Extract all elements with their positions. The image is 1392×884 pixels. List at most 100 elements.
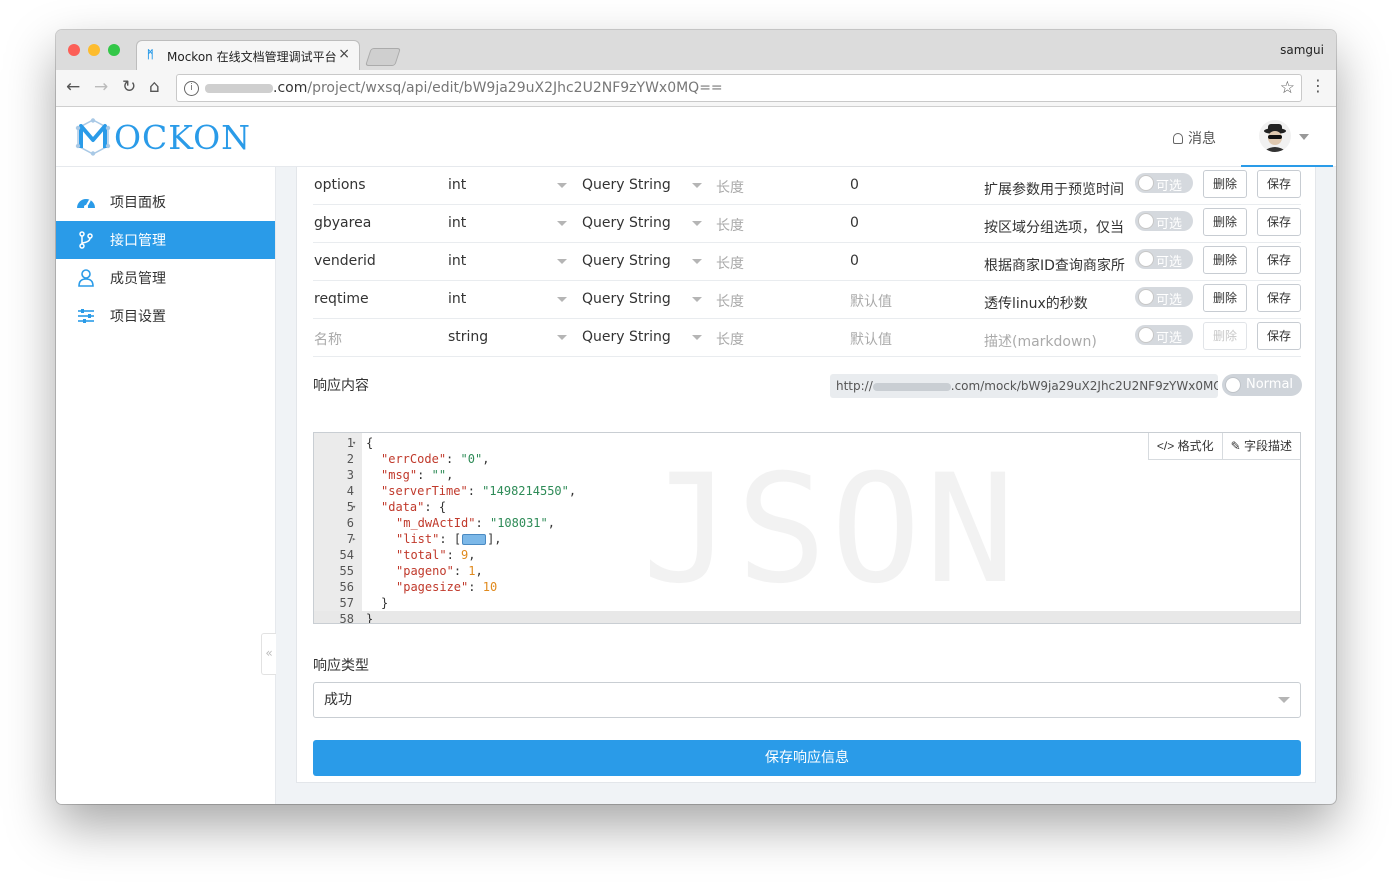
- param-length-input[interactable]: 长度: [716, 177, 744, 197]
- optional-toggle[interactable]: 可选: [1135, 287, 1193, 308]
- optional-toggle[interactable]: 可选: [1135, 249, 1193, 270]
- save-param-button[interactable]: 保存: [1257, 284, 1301, 312]
- toggle-knob: [1225, 377, 1241, 393]
- param-default-input[interactable]: 0: [850, 215, 859, 231]
- param-length-input[interactable]: 长度: [716, 291, 744, 311]
- optional-toggle[interactable]: 可选: [1135, 173, 1193, 194]
- sidebar-item-api-management[interactable]: 接口管理: [56, 221, 275, 259]
- home-icon[interactable]: ⌂: [149, 78, 160, 96]
- param-name-input[interactable]: gbyarea: [314, 215, 371, 231]
- messages-link[interactable]: 消息: [1173, 128, 1216, 148]
- format-json-button[interactable]: </> 格式化: [1149, 433, 1222, 459]
- new-tab-button[interactable]: [365, 48, 401, 66]
- back-arrow-icon[interactable]: ←: [66, 78, 80, 96]
- code-line: 57}: [314, 595, 1300, 611]
- address-bar[interactable]: i .com/project/wxsq/api/edit/bW9ja29uX2J…: [176, 74, 1302, 102]
- param-name-input[interactable]: 名称: [314, 329, 342, 349]
- param-row: venderid int Query String 长度 0 根据商家ID查询商家所 可选 删…: [313, 243, 1301, 281]
- param-length-input[interactable]: 长度: [716, 253, 744, 273]
- param-default-input[interactable]: 0: [850, 177, 859, 193]
- browser-profile-name[interactable]: samgui: [1280, 43, 1324, 57]
- fold-toggle-icon[interactable]: ▾: [352, 435, 356, 451]
- param-desc-input[interactable]: 描述(markdown): [984, 331, 1126, 351]
- delete-param-button[interactable]: 删除: [1203, 322, 1247, 350]
- json-editor[interactable]: JSON 1 ▾{2 "errCode": "0", 3 "msg": "", 4 "ser…: [313, 432, 1301, 624]
- param-length-input[interactable]: 长度: [716, 215, 744, 235]
- response-mode-toggle[interactable]: Normal: [1222, 374, 1302, 396]
- fold-toggle-icon[interactable]: ▸: [352, 531, 356, 547]
- param-default-input[interactable]: 0: [850, 253, 859, 269]
- param-type-select[interactable]: int: [448, 291, 466, 307]
- reload-icon[interactable]: ↻: [122, 78, 136, 96]
- save-param-button[interactable]: 保存: [1257, 170, 1301, 198]
- param-location-select[interactable]: Query String: [582, 291, 671, 307]
- param-type-select[interactable]: int: [448, 253, 466, 269]
- param-row: 名称 string Query String 长度 默认值 描述(markdown) 可选 删…: [313, 319, 1301, 357]
- save-param-button[interactable]: 保存: [1257, 246, 1301, 274]
- folded-content-icon[interactable]: [462, 534, 487, 545]
- param-desc-input[interactable]: 扩展参数用于预览时间: [984, 179, 1126, 199]
- delete-param-button[interactable]: 删除: [1203, 246, 1247, 274]
- param-type-select[interactable]: int: [448, 177, 466, 193]
- param-location-select[interactable]: Query String: [582, 253, 671, 269]
- sidebar-item-settings[interactable]: 项目设置: [56, 297, 275, 335]
- app-header: OCKON 消息: [56, 107, 1336, 167]
- code-token: :: [446, 452, 461, 466]
- code-line: 6 "m_dwActId": "108031",: [314, 515, 1300, 531]
- param-name-input[interactable]: reqtime: [314, 291, 369, 307]
- sidebar-item-members[interactable]: 成员管理: [56, 259, 275, 297]
- browser-menu-icon[interactable]: ⋮: [1310, 76, 1326, 95]
- tab-close-icon[interactable]: ×: [338, 46, 350, 62]
- param-desc-input[interactable]: 按区域分组选项，仅当: [984, 217, 1126, 237]
- toggle-knob: [1138, 213, 1154, 229]
- fold-toggle-icon[interactable]: ▾: [352, 499, 356, 515]
- minimize-window-button[interactable]: [88, 44, 100, 56]
- field-description-button[interactable]: ✎ 字段描述: [1221, 433, 1300, 459]
- optional-toggle[interactable]: 可选: [1135, 211, 1193, 232]
- param-location-select[interactable]: Query String: [582, 329, 671, 345]
- optional-toggle[interactable]: 可选: [1135, 325, 1193, 346]
- delete-param-button[interactable]: 删除: [1203, 284, 1247, 312]
- sidebar-collapse-button[interactable]: «: [261, 633, 276, 675]
- json-key: msg: [388, 468, 410, 482]
- param-location-select[interactable]: Query String: [582, 177, 671, 193]
- delete-param-button[interactable]: 删除: [1203, 170, 1247, 198]
- code-token: ,: [446, 468, 454, 482]
- param-location-select[interactable]: Query String: [582, 215, 671, 231]
- param-name-input[interactable]: options: [314, 177, 366, 193]
- param-type-select[interactable]: string: [448, 329, 488, 345]
- mockon-logo[interactable]: OCKON: [74, 117, 251, 157]
- mock-url-field[interactable]: http:// .com/mock/bW9ja29uX2Jhc2U2NF9zYWx…: [830, 374, 1218, 398]
- user-avatar[interactable]: [1259, 120, 1291, 152]
- save-param-button[interactable]: 保存: [1257, 208, 1301, 236]
- param-length-input[interactable]: 长度: [716, 329, 744, 349]
- user-menu-caret-icon[interactable]: [1299, 134, 1309, 140]
- forward-arrow-icon[interactable]: →: [94, 78, 108, 96]
- param-desc-input[interactable]: 根据商家ID查询商家所: [984, 255, 1126, 275]
- save-param-button[interactable]: 保存: [1257, 322, 1301, 350]
- bookmark-star-icon[interactable]: ☆: [1280, 78, 1295, 98]
- response-content-label: 响应内容: [313, 378, 369, 394]
- sidebar-item-dashboard[interactable]: 项目面板: [56, 183, 275, 221]
- param-row: reqtime int Query String 长度 默认值 透传linux的秒数 可选 删…: [313, 281, 1301, 319]
- site-info-icon[interactable]: i: [184, 81, 199, 96]
- param-default-input[interactable]: 默认值: [850, 329, 892, 349]
- line-number: 55: [339, 564, 354, 578]
- maximize-window-button[interactable]: [108, 44, 120, 56]
- response-type-select[interactable]: 成功: [313, 682, 1301, 718]
- browser-tab-bar: ᛗ Mockon 在线文档管理调试平台 × samgui: [56, 30, 1336, 70]
- json-key: serverTime: [388, 484, 461, 498]
- mock-url-prefix: http://: [836, 379, 873, 393]
- redacted-domain: [205, 84, 273, 93]
- param-default-input[interactable]: 默认值: [850, 291, 892, 311]
- param-desc-input[interactable]: 透传linux的秒数: [984, 293, 1126, 313]
- code-token: ": [438, 452, 447, 466]
- param-type-select[interactable]: int: [448, 215, 466, 231]
- url-path: /project/wxsq/api/edit/bW9ja29uX2Jhc2U2N…: [307, 80, 723, 96]
- close-window-button[interactable]: [68, 44, 80, 56]
- line-number: 3: [346, 468, 354, 482]
- param-name-input[interactable]: venderid: [314, 253, 376, 269]
- browser-tab[interactable]: ᛗ Mockon 在线文档管理调试平台 ×: [136, 40, 360, 70]
- delete-param-button[interactable]: 删除: [1203, 208, 1247, 236]
- save-response-button[interactable]: 保存响应信息: [313, 740, 1301, 776]
